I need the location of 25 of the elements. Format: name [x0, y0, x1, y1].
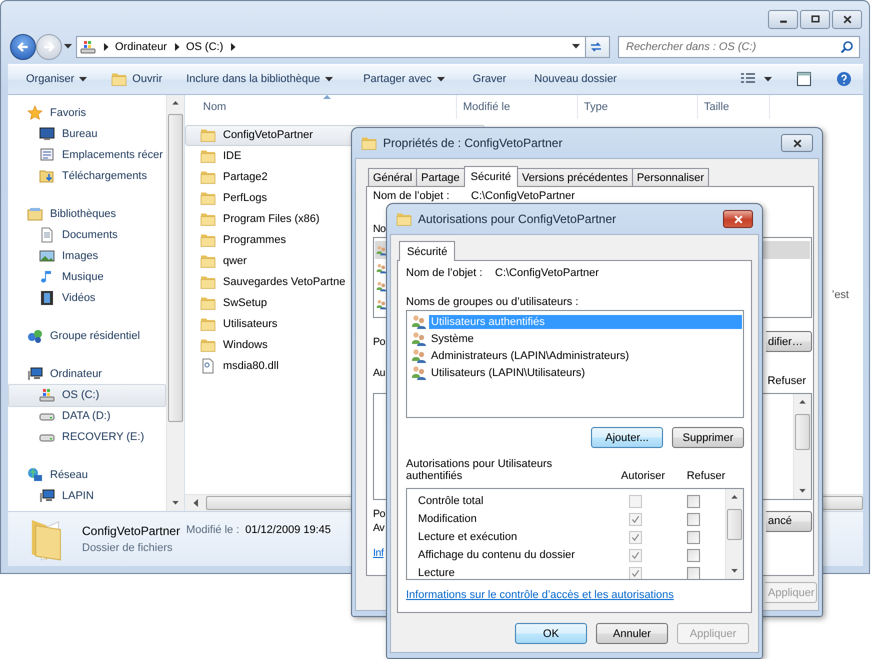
permission-name: Affichage du contenu du dossier — [417, 549, 576, 561]
field-label: Po — [373, 507, 386, 521]
object-path: C:\ConfigVetoPartner — [495, 267, 599, 281]
file-text: ’est — [832, 288, 849, 301]
modified-date: 01/12/2009 19:45 — [245, 524, 331, 538]
permissions-title: Autorisations pour Utilisateurs authentifiés — [406, 458, 554, 482]
groups-label: Noms de groupes ou d’utilisateurs : — [406, 296, 580, 308]
item-name: ConfigVetoPartner — [82, 524, 180, 538]
dialog-title: Autorisations pour ConfigVetoPartner — [418, 212, 616, 226]
field-label: Av — [373, 521, 386, 535]
field-label: Po — [373, 334, 386, 348]
column-label: Refuser — [686, 470, 726, 482]
object-name-label: Nom de l’objet : — [373, 190, 450, 204]
permission-name: Contrôle total — [417, 495, 484, 507]
item-type: Dossier de fichiers — [82, 542, 174, 554]
column-label: Autoriser — [620, 470, 666, 482]
column-label: Refuser — [767, 375, 806, 387]
modified-label: Modifié le : — [186, 524, 240, 538]
field-label: No — [373, 222, 387, 236]
field-label: Au — [373, 366, 386, 380]
permission-name: Modification — [417, 513, 478, 525]
object-name-label: Nom de l’objet : — [406, 267, 484, 281]
object-path: C:\ConfigVetoPartner — [471, 190, 575, 204]
permission-name: Lecture — [417, 567, 456, 579]
permission-name: Lecture et exécution — [417, 531, 518, 543]
